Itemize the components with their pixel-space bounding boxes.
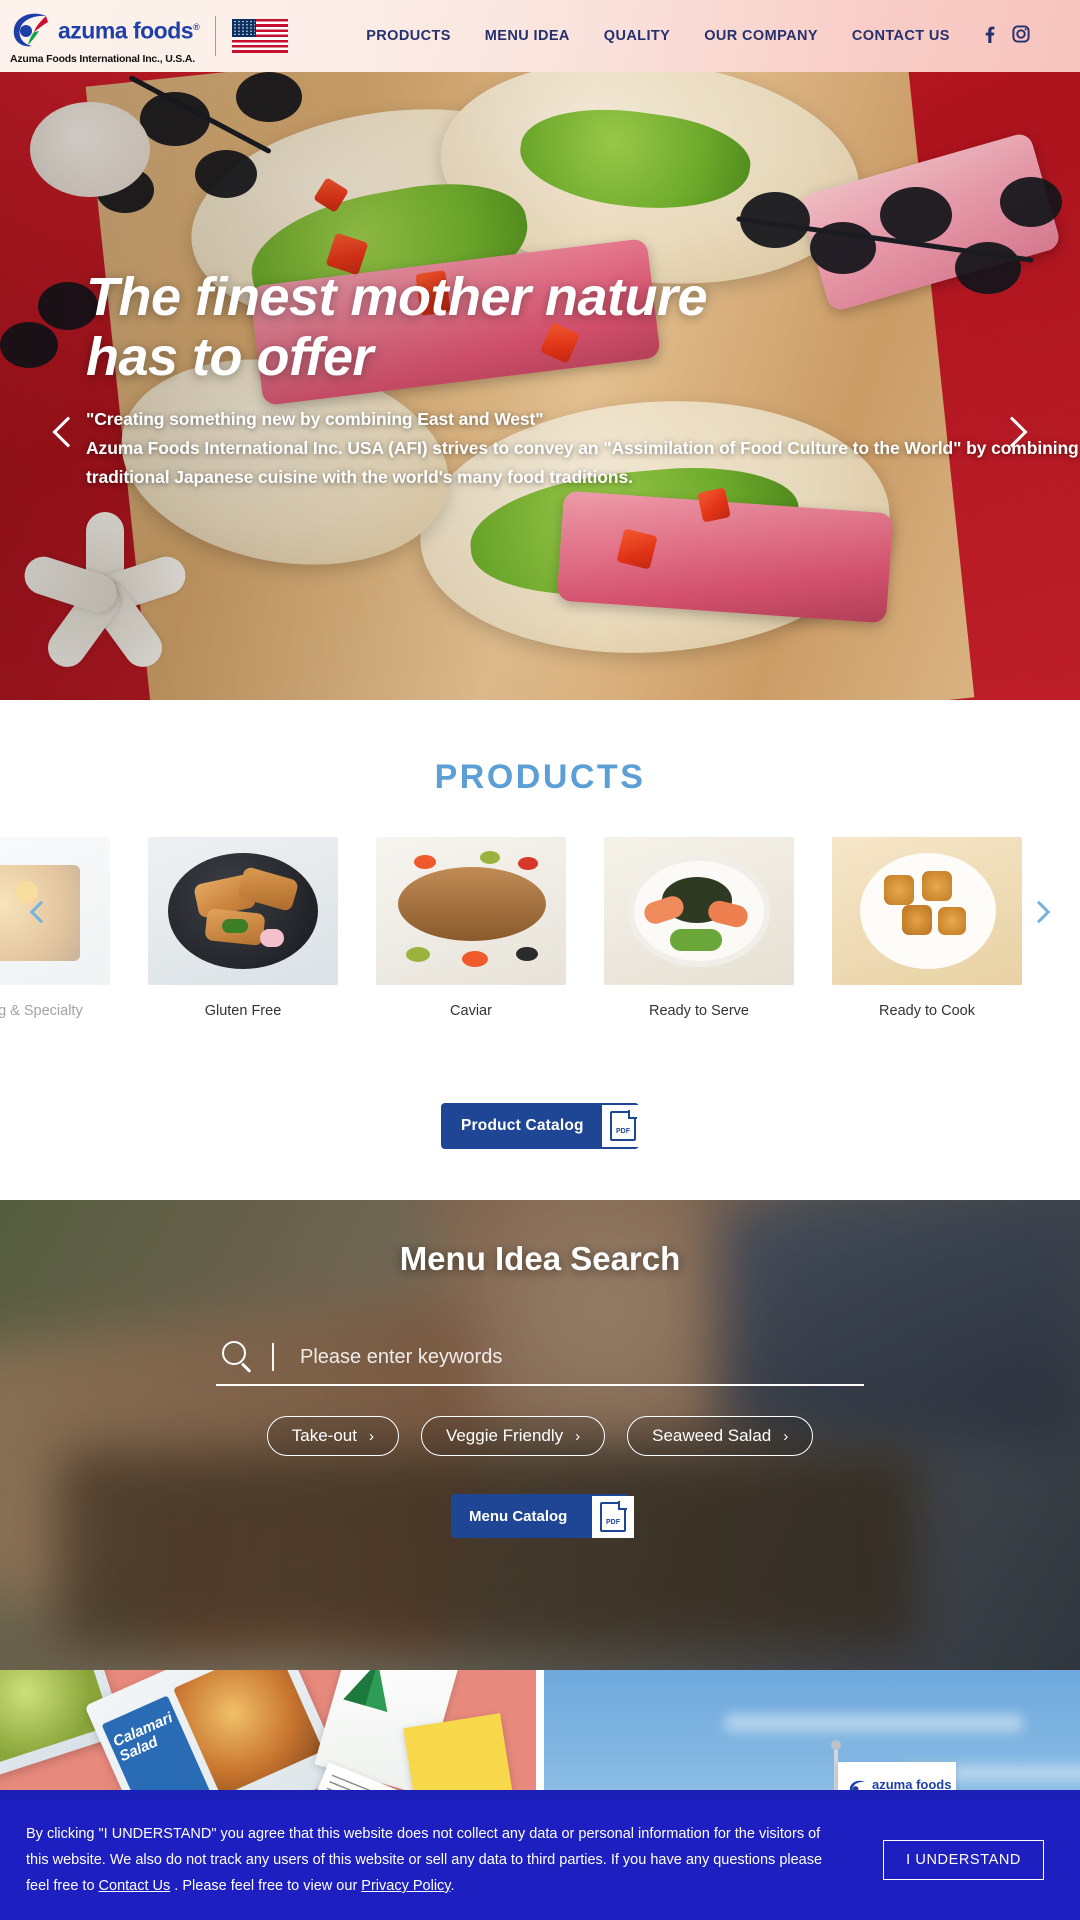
chevron-right-icon: › xyxy=(575,1427,581,1445)
logo-wordmark: azuma foods xyxy=(58,17,194,44)
products-section: PRODUCTS easoning & Specialty xyxy=(0,700,1080,1200)
instagram-icon[interactable] xyxy=(1012,24,1030,48)
product-catalog-label: Product Catalog xyxy=(461,1117,584,1134)
pdf-icon: PDF xyxy=(602,1105,644,1147)
nav-item-menu-idea[interactable]: MENU IDEA xyxy=(485,28,570,44)
product-label: easoning & Specialty xyxy=(0,1003,83,1019)
product-thumb xyxy=(832,837,1022,985)
cookie-text: By clicking "I UNDERSTAND" you agree tha… xyxy=(0,1821,840,1899)
chevron-right-icon: › xyxy=(368,1427,374,1445)
page-root: azuma foods® Azuma Foods International I… xyxy=(0,0,1080,1920)
nav-item-products[interactable]: PRODUCTS xyxy=(366,28,451,44)
cookie-text-part2: . Please feel free to view our xyxy=(170,1878,362,1894)
products-carousel: easoning & Specialty Gluten Free xyxy=(0,837,1080,1037)
tag-seaweed-salad[interactable]: Seaweed Salad › xyxy=(627,1416,814,1456)
brand-logo[interactable]: azuma foods® Azuma Foods International I… xyxy=(0,8,289,65)
logo-subtitle: Azuma Foods International Inc., U.S.A. xyxy=(10,52,195,65)
product-card-ready-to-serve[interactable]: Ready to Serve xyxy=(604,837,794,1019)
menu-idea-search xyxy=(216,1340,864,1386)
product-card-ready-to-cook[interactable]: Ready to Cook xyxy=(832,837,1022,1019)
menu-idea-tags: Take-out › Veggie Friendly › Seaweed Sal… xyxy=(0,1416,1080,1456)
hero-prev-button[interactable] xyxy=(48,402,88,462)
site-header: azuma foods® Azuma Foods International I… xyxy=(0,0,1080,72)
tag-label: Take-out xyxy=(291,1426,357,1445)
facebook-icon[interactable] xyxy=(980,25,998,48)
pdf-badge-text: PDF xyxy=(606,1519,620,1526)
primary-nav: PRODUCTS MENU IDEA QUALITY OUR COMPANY C… xyxy=(366,28,950,44)
nav-item-contact-us[interactable]: CONTACT US xyxy=(852,28,950,44)
search-icon xyxy=(220,1340,254,1374)
tag-veggie-friendly[interactable]: Veggie Friendly › xyxy=(420,1416,606,1456)
nav-item-quality[interactable]: QUALITY xyxy=(604,28,670,44)
product-thumb xyxy=(604,837,794,985)
tag-label: Veggie Friendly xyxy=(445,1426,564,1445)
chevron-right-icon xyxy=(1027,900,1051,924)
menu-catalog-label: Menu Catalog xyxy=(469,1507,568,1525)
products-next-button[interactable] xyxy=(1022,895,1056,929)
nav-item-our-company[interactable]: OUR COMPANY xyxy=(704,28,818,44)
contact-us-link[interactable]: Contact Us xyxy=(99,1878,171,1894)
privacy-policy-link[interactable]: Privacy Policy xyxy=(361,1878,450,1894)
hero-next-button[interactable] xyxy=(992,402,1032,462)
product-label: Gluten Free xyxy=(204,1003,282,1019)
product-label: Ready to Cook xyxy=(879,1003,975,1019)
pdf-badge-text: PDF xyxy=(616,1128,630,1135)
chevron-right-icon: › xyxy=(783,1427,789,1445)
hero-slider: The finest mother nature has to offer "C… xyxy=(0,72,1080,700)
search-divider xyxy=(272,1343,274,1371)
pdf-icon: PDF xyxy=(592,1496,634,1538)
chevron-left-icon xyxy=(52,416,84,448)
product-card-caviar[interactable]: Caviar xyxy=(376,837,566,1019)
hero-title: The finest mother nature has to offer xyxy=(86,267,708,387)
product-thumb xyxy=(148,837,338,985)
product-label: Caviar xyxy=(450,1003,492,1019)
menu-idea-section: Menu Idea Search Take-out › Veggie Frien… xyxy=(0,1200,1080,1670)
cookie-text-part3: . xyxy=(450,1878,455,1894)
product-card-gluten-free[interactable]: Gluten Free xyxy=(148,837,338,1019)
logo-registered-mark: ® xyxy=(193,21,200,32)
tag-label: Seaweed Salad xyxy=(652,1426,772,1445)
cookie-consent-banner: By clicking "I UNDERSTAND" you agree tha… xyxy=(0,1800,1080,1920)
search-input[interactable] xyxy=(300,1345,864,1369)
products-heading: PRODUCTS xyxy=(434,758,646,796)
i-understand-button[interactable]: I UNDERSTAND xyxy=(883,1840,1044,1880)
product-label: Ready to Serve xyxy=(649,1003,749,1019)
hero-description: "Creating something new by combining Eas… xyxy=(86,409,1079,487)
tag-take-out[interactable]: Take-out › xyxy=(266,1416,399,1456)
menu-idea-heading: Menu Idea Search xyxy=(399,1240,681,1277)
social-links xyxy=(980,24,1030,48)
menu-catalog-button[interactable]: Menu Catalog PDF xyxy=(451,1494,634,1538)
header-divider xyxy=(215,16,217,56)
product-catalog-button[interactable]: Product Catalog PDF xyxy=(441,1103,644,1149)
hero-copy: The finest mother nature has to offer "C… xyxy=(86,267,1079,492)
us-flag-icon xyxy=(232,19,289,53)
chevron-right-icon xyxy=(996,416,1028,448)
products-prev-button[interactable] xyxy=(24,895,58,929)
product-thumb xyxy=(376,837,566,985)
azuma-swirl-icon xyxy=(10,8,52,50)
chevron-left-icon xyxy=(29,900,53,924)
